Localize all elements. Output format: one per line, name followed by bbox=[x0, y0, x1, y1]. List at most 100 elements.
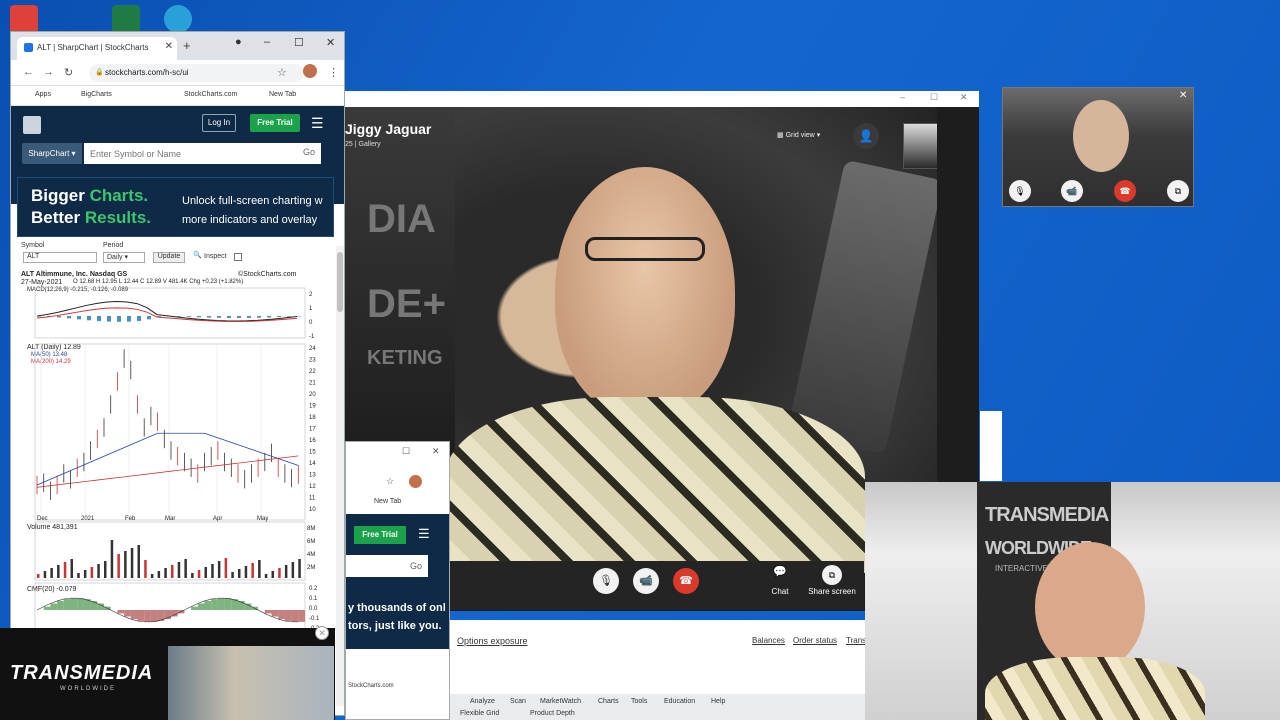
submenu-product-depth[interactable]: Product Depth bbox=[530, 710, 575, 717]
camera-icon[interactable]: 📹 bbox=[633, 568, 659, 594]
mini-close-icon[interactable]: ✕ bbox=[1179, 90, 1187, 101]
minimize-icon[interactable]: – bbox=[264, 36, 270, 48]
bookmark-newtab[interactable]: New Tab bbox=[269, 91, 296, 98]
page-scrollbar[interactable] bbox=[336, 246, 344, 706]
add-participant-icon[interactable]: 👤 bbox=[853, 123, 879, 149]
b2-free-trial-button[interactable]: Free Trial bbox=[354, 526, 406, 544]
price-tick: 14 bbox=[309, 461, 316, 467]
inspect-checkbox[interactable] bbox=[234, 253, 242, 261]
mini-mic-icon[interactable]: 🎙 bbox=[1009, 180, 1031, 202]
forward-icon[interactable]: → bbox=[43, 66, 54, 78]
reload-icon[interactable]: ↻ bbox=[64, 66, 73, 79]
call-maximize-icon[interactable]: ☐ bbox=[930, 92, 938, 103]
chat-button[interactable]: 💬 Chat bbox=[763, 565, 797, 605]
bookmark-apps[interactable]: Apps bbox=[35, 91, 51, 98]
call-close-icon[interactable]: ✕ bbox=[960, 92, 968, 103]
ad-close-icon[interactable]: ✕ bbox=[315, 626, 329, 640]
cmf-area bbox=[284, 610, 292, 621]
menu-analyze[interactable]: Analyze bbox=[470, 698, 495, 705]
bookmark-stockcharts[interactable]: StockCharts.com bbox=[184, 91, 237, 98]
app-icon[interactable] bbox=[10, 5, 38, 33]
symbol-search-input[interactable] bbox=[84, 143, 321, 164]
menu-marketwatch[interactable]: MarketWatch bbox=[540, 698, 581, 705]
go-button[interactable]: Go bbox=[303, 147, 315, 157]
close-window-icon[interactable]: ✕ bbox=[326, 36, 335, 49]
self-preview[interactable] bbox=[903, 123, 937, 169]
mini-call-window[interactable]: ✕ 🎙 📹 ☎ ⧉ bbox=[1002, 87, 1194, 207]
share-screen-button[interactable]: ⧉ Share screen bbox=[807, 565, 857, 605]
mini-expand-icon[interactable]: ⧉ bbox=[1167, 180, 1189, 202]
b2-close-icon[interactable]: ✕ bbox=[432, 446, 440, 457]
transmedia-logo: TRANSMEDIA bbox=[10, 662, 154, 684]
cmf-area bbox=[124, 610, 131, 617]
order-status-link[interactable]: Order status bbox=[793, 636, 837, 645]
menu-dots-icon[interactable]: ⋮ bbox=[328, 66, 339, 79]
mic-icon[interactable]: 🎙 bbox=[593, 568, 619, 594]
balances-link[interactable]: Balances bbox=[752, 636, 785, 645]
inspect-icon[interactable]: 🔍 bbox=[193, 251, 202, 259]
record-icon[interactable]: ● bbox=[235, 36, 242, 48]
bookmark-star-icon[interactable]: ☆ bbox=[277, 66, 287, 79]
macd-histogram-bar bbox=[67, 316, 71, 319]
submenu-flexible-grid[interactable]: Flexible Grid bbox=[460, 710, 499, 717]
mini-end-call-icon[interactable]: ☎ bbox=[1114, 180, 1136, 202]
menu-tools[interactable]: Tools bbox=[631, 698, 647, 705]
b2-bookmark-newtab[interactable]: New Tab bbox=[374, 498, 401, 505]
new-tab-icon[interactable]: + bbox=[183, 38, 191, 53]
scrollbar-thumb[interactable] bbox=[337, 252, 343, 312]
options-exposure-link[interactable]: Options exposure bbox=[457, 636, 528, 646]
excel-icon[interactable] bbox=[112, 5, 140, 33]
back-icon[interactable]: ← bbox=[23, 66, 34, 78]
menu-charts[interactable]: Charts bbox=[598, 698, 619, 705]
ad-photo bbox=[168, 646, 334, 720]
volume-tick: 8M bbox=[307, 526, 315, 532]
cmf-area bbox=[57, 600, 64, 610]
stockcharts-logo-icon[interactable] bbox=[23, 116, 41, 134]
b2-hamburger-icon[interactable]: ☰ bbox=[418, 526, 430, 542]
period-select[interactable]: Daily ▾ bbox=[103, 252, 145, 263]
participant-head bbox=[555, 167, 735, 417]
browser-tab[interactable]: ALT | SharpChart | StockCharts ✕ bbox=[17, 37, 177, 60]
chat-label: Chat bbox=[771, 587, 789, 596]
volume-tick: 6M bbox=[307, 539, 315, 545]
edge-icon[interactable] bbox=[164, 5, 192, 33]
transmedia-overlay: TRANSMEDIA WORLDWIDE ✕ bbox=[0, 626, 335, 720]
b2-maximize-icon[interactable]: ☐ bbox=[402, 446, 410, 457]
volume-bar bbox=[231, 572, 234, 578]
menu-help[interactable]: Help bbox=[711, 698, 725, 705]
menu-scan[interactable]: Scan bbox=[510, 698, 526, 705]
trans-link[interactable]: Trans bbox=[846, 636, 866, 645]
volume-bar bbox=[90, 567, 94, 578]
update-button[interactable]: Update bbox=[153, 252, 185, 263]
url-field[interactable]: 🔒 stockcharts.com/h-sc/ui bbox=[89, 64, 304, 82]
free-trial-button[interactable]: Free Trial bbox=[250, 114, 300, 132]
macd-signal-line bbox=[36, 307, 298, 322]
login-button[interactable]: Log In bbox=[202, 114, 236, 132]
cmf-area bbox=[278, 610, 285, 620]
promo-banner[interactable]: Bigger Charts. Better Results. Unlock fu… bbox=[17, 177, 334, 237]
b2-star-icon[interactable]: ☆ bbox=[386, 476, 394, 487]
end-call-icon[interactable]: ☎ bbox=[673, 568, 699, 594]
maximize-icon[interactable]: ☐ bbox=[294, 36, 304, 49]
call-minimize-icon[interactable]: – bbox=[900, 92, 905, 102]
profile-avatar[interactable] bbox=[303, 64, 317, 78]
grid-view-button[interactable]: ▦ Grid view ▾ bbox=[777, 131, 820, 139]
b2-avatar[interactable] bbox=[409, 475, 422, 488]
sharpchart-dropdown[interactable]: SharpChart ▾ bbox=[22, 143, 82, 164]
volume-bar bbox=[171, 565, 174, 578]
webcam-title: TRANSMEDIA bbox=[985, 504, 1109, 526]
mini-camera-icon[interactable]: 📹 bbox=[1061, 180, 1083, 202]
close-tab-icon[interactable]: ✕ bbox=[165, 41, 173, 52]
price-tick: 16 bbox=[309, 438, 316, 444]
symbol-field[interactable]: ALT bbox=[23, 252, 97, 263]
b2-go[interactable]: Go bbox=[410, 561, 422, 571]
menu-education[interactable]: Education bbox=[664, 698, 695, 705]
cmf-tick: -0.1 bbox=[309, 616, 320, 622]
address-bar: ← → ↻ 🔒 stockcharts.com/h-sc/ui ☆ ⋮ bbox=[11, 60, 344, 86]
cmf-area bbox=[217, 598, 225, 610]
bookmark-bigcharts[interactable]: BigCharts bbox=[81, 91, 112, 98]
webcam-person bbox=[1035, 542, 1145, 672]
hamburger-menu-icon[interactable]: ☰ bbox=[311, 115, 324, 132]
volume-tick: 2M bbox=[307, 565, 315, 571]
price-tick: 10 bbox=[309, 507, 316, 513]
